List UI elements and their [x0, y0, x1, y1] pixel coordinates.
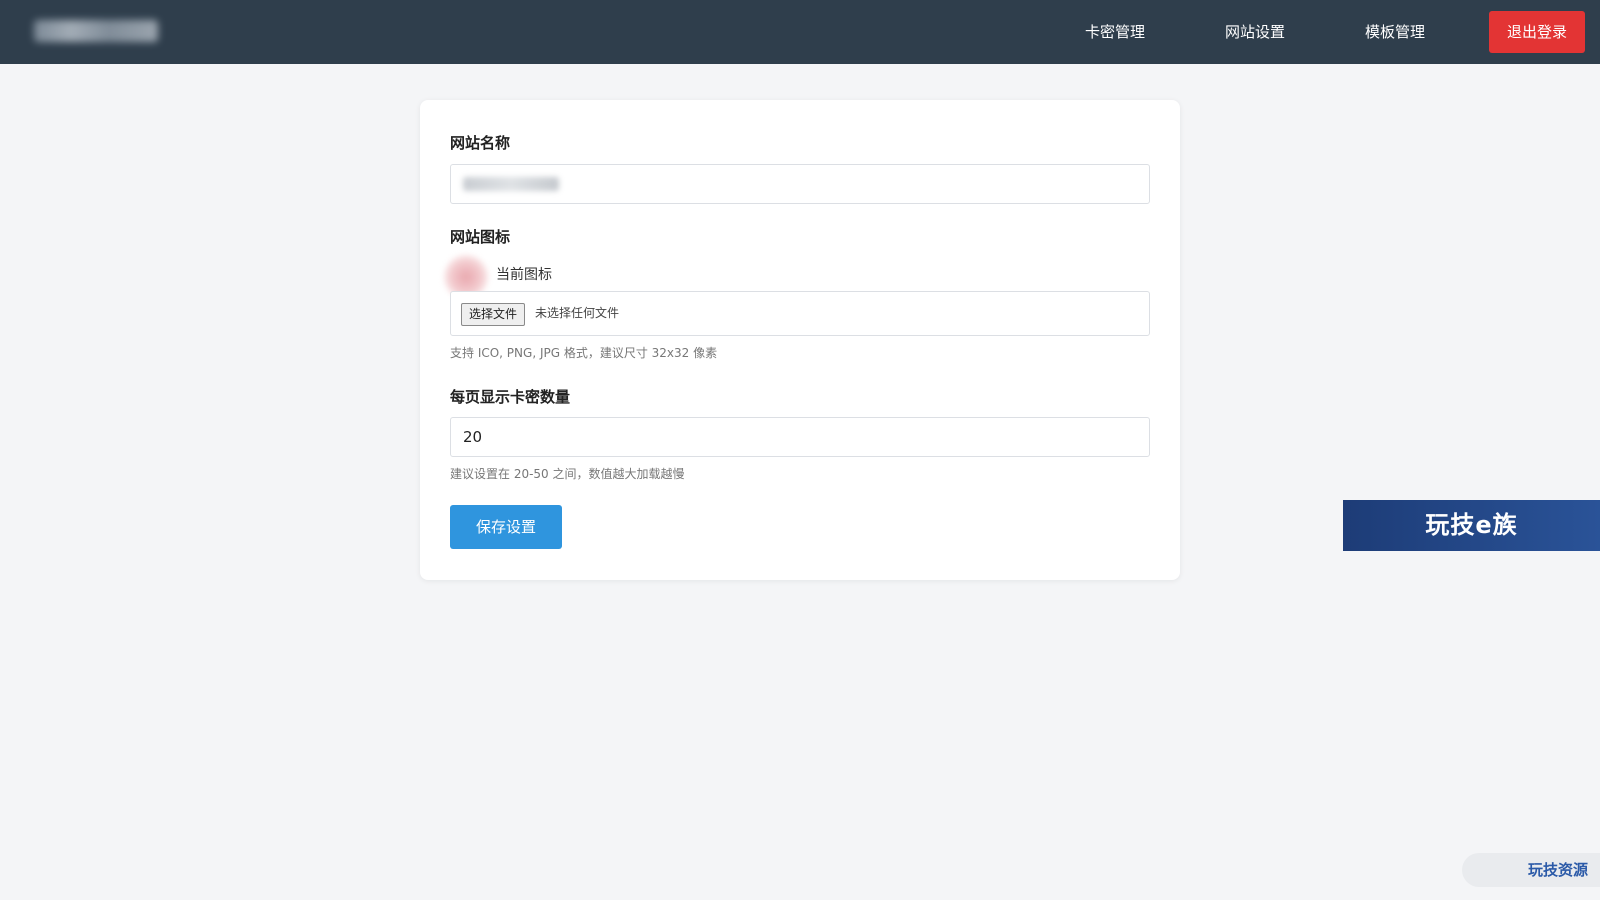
- icon-file-input[interactable]: 选择文件 未选择任何文件: [450, 291, 1150, 336]
- watermark-banner: 玩技e族: [1343, 500, 1600, 551]
- icon-format-hint: 支持 ICO, PNG, JPG 格式，建议尺寸 32x32 像素: [450, 346, 718, 360]
- per-page-hint: 建议设置在 20-50 之间，数值越大加载越慢: [450, 467, 685, 481]
- per-page-label: 每页显示卡密数量: [450, 388, 571, 406]
- nav-template-management[interactable]: 模板管理: [1365, 20, 1425, 44]
- current-icon-label: 当前图标: [496, 267, 552, 283]
- nav-card-management[interactable]: 卡密管理: [1085, 20, 1145, 44]
- site-icon-label: 网站图标: [450, 228, 511, 246]
- site-name-label: 网站名称: [450, 134, 511, 152]
- site-brand-logo[interactable]: [34, 20, 158, 42]
- file-status-text: 未选择任何文件: [535, 306, 620, 320]
- top-navbar: 卡密管理 网站设置 模板管理 退出登录: [0, 0, 1600, 64]
- nav-site-settings[interactable]: 网站设置: [1225, 20, 1285, 44]
- save-settings-button[interactable]: 保存设置: [450, 505, 562, 549]
- choose-file-button[interactable]: 选择文件: [461, 303, 526, 326]
- watermark-corner: 玩技资源: [1462, 853, 1600, 887]
- logout-button[interactable]: 退出登录: [1489, 11, 1585, 53]
- settings-card: 网站名称 网站图标 当前图标 选择文件 未选择任何文件 支持 ICO, PNG,…: [420, 100, 1180, 580]
- watermark-corner-text: 玩技资源: [1527, 861, 1588, 879]
- site-name-input[interactable]: [450, 164, 1150, 204]
- site-name-value-blurred: [463, 177, 559, 191]
- watermark-banner-text: 玩技e族: [1425, 511, 1518, 539]
- per-page-input[interactable]: [450, 417, 1150, 457]
